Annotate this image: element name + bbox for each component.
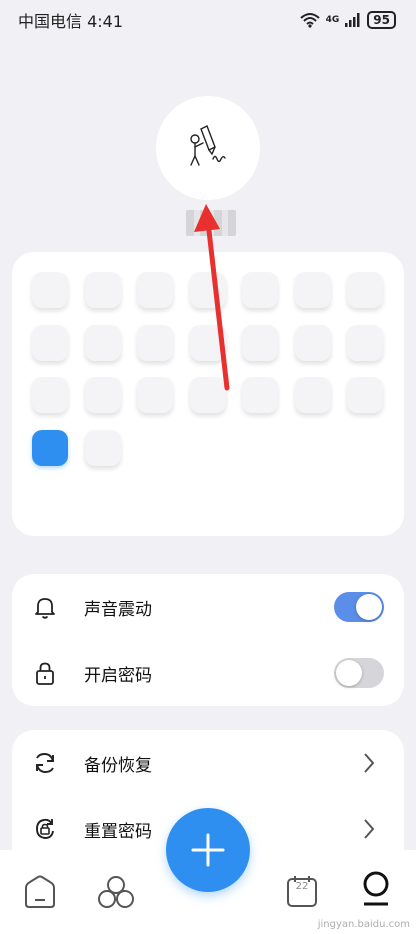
toggle-knob <box>336 660 362 686</box>
watermark: jingyan.baidu.com <box>317 919 410 930</box>
color-tile[interactable] <box>189 324 226 361</box>
profile-icon[interactable] <box>358 870 394 910</box>
color-tile[interactable] <box>32 324 68 361</box>
signal-icon <box>345 13 360 27</box>
color-tile[interactable] <box>32 272 68 308</box>
toggle-knob <box>356 594 382 620</box>
password-lock-label: 开启密码 <box>84 665 152 686</box>
circles-icon[interactable] <box>96 874 136 910</box>
color-tile[interactable] <box>84 377 121 413</box>
home-icon[interactable] <box>22 874 58 910</box>
color-tile[interactable] <box>294 272 331 308</box>
color-tile[interactable] <box>242 377 278 413</box>
toggle-settings-card: 声音震动 开启密码 <box>12 574 404 706</box>
chevron-right-icon <box>364 819 375 839</box>
color-tile[interactable] <box>242 272 278 308</box>
battery-indicator: 95 <box>367 11 396 29</box>
reset-lock-icon <box>36 818 54 839</box>
bell-icon <box>35 598 55 619</box>
password-lock-toggle[interactable] <box>334 658 384 688</box>
color-tile[interactable] <box>347 324 383 361</box>
color-tile[interactable] <box>189 377 226 413</box>
sound-vibration-row[interactable]: 声音震动 <box>12 574 404 640</box>
color-grid-card <box>12 252 404 536</box>
color-tile[interactable] <box>84 429 121 466</box>
color-tile[interactable] <box>189 272 226 308</box>
person-with-pencil-icon <box>190 125 226 166</box>
color-tile[interactable] <box>347 377 383 413</box>
calendar-icon[interactable]: 22 <box>286 874 318 908</box>
sound-vibration-toggle[interactable] <box>334 592 384 622</box>
add-button[interactable] <box>166 808 250 892</box>
network-type: 4G <box>325 14 340 25</box>
calendar-date: 22 <box>295 881 309 892</box>
chevron-right-icon <box>364 753 375 773</box>
lock-icon <box>36 662 54 685</box>
color-tile[interactable] <box>84 272 121 308</box>
color-tile[interactable] <box>294 324 331 361</box>
color-tile[interactable] <box>137 324 173 361</box>
wifi-icon <box>299 13 320 28</box>
color-tile[interactable] <box>137 272 173 308</box>
sync-icon <box>36 753 54 773</box>
color-tile-selected[interactable] <box>32 429 68 466</box>
color-tile[interactable] <box>137 377 173 413</box>
status-icons: 4G 95 <box>299 11 396 29</box>
carrier-time: 中国电信 4:41 <box>18 12 124 31</box>
backup-restore-row[interactable]: 备份恢复 <box>12 730 404 796</box>
sound-vibration-label: 声音震动 <box>84 599 152 620</box>
color-tile[interactable] <box>347 272 383 308</box>
plus-icon <box>191 833 225 867</box>
reset-password-label: 重置密码 <box>84 821 152 842</box>
color-tile[interactable] <box>294 377 331 413</box>
password-lock-row[interactable]: 开启密码 <box>12 640 404 706</box>
username-blurred <box>186 210 236 236</box>
status-bar: 中国电信 4:41 4G 95 <box>0 0 416 40</box>
color-tile[interactable] <box>32 377 68 413</box>
color-tile[interactable] <box>84 324 121 361</box>
avatar[interactable] <box>156 96 260 200</box>
color-tile[interactable] <box>242 324 278 361</box>
backup-restore-label: 备份恢复 <box>84 755 152 776</box>
